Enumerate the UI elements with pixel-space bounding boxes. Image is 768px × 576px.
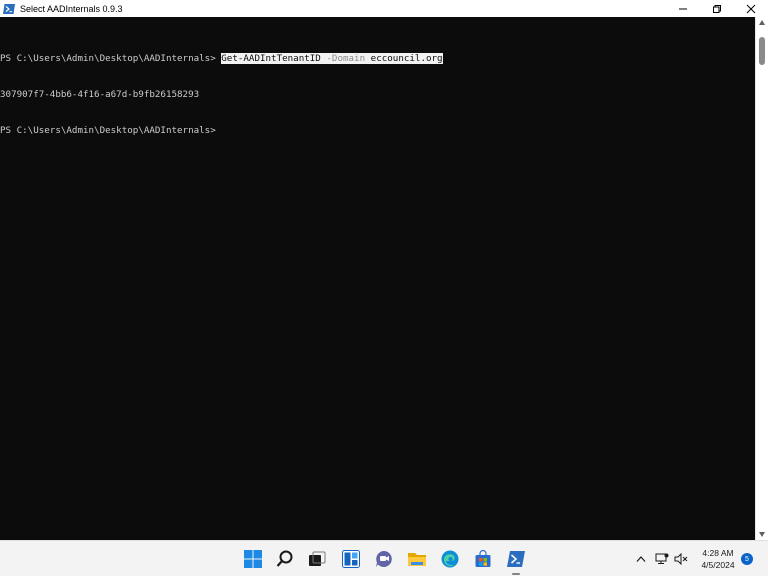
- show-hidden-icons-button[interactable]: [634, 553, 648, 565]
- close-icon: [746, 4, 756, 13]
- edge-button[interactable]: [439, 548, 461, 570]
- cmdlet-text: Get-AADIntTenantID: [221, 53, 321, 64]
- start-button[interactable]: [242, 548, 264, 570]
- teams-chat-icon: [376, 551, 392, 567]
- powershell-icon: [3, 3, 15, 14]
- volume-button[interactable]: [674, 553, 688, 565]
- windows-start-icon: [244, 550, 262, 568]
- powershell-icon: [507, 551, 525, 567]
- file-explorer-button[interactable]: [406, 548, 428, 570]
- teams-chat-button[interactable]: [373, 548, 395, 570]
- scroll-down-icon[interactable]: [759, 532, 765, 537]
- parameter-text: -Domain: [326, 53, 366, 64]
- store-button[interactable]: [472, 548, 494, 570]
- taskbar: 4:28 AM 4/5/2024 5: [0, 540, 768, 576]
- minimize-button[interactable]: [666, 0, 700, 17]
- selected-command: Get-AADIntTenantID -Domain eccouncil.org: [221, 53, 443, 64]
- prompt-text: PS C:\Users\Admin\Desktop\AADInternals>: [0, 125, 222, 136]
- task-view-button[interactable]: [306, 548, 328, 570]
- search-button[interactable]: [274, 548, 296, 570]
- clock-date: 4/5/2024: [701, 560, 735, 570]
- prompt-text: PS C:\Users\Admin\Desktop\AADInternals>: [0, 53, 222, 64]
- file-explorer-icon: [408, 553, 426, 566]
- restore-button[interactable]: [700, 0, 734, 17]
- edge-icon: [441, 550, 459, 568]
- window-title: Select AADInternals 0.9.3: [20, 3, 123, 14]
- task-view-icon: [309, 551, 326, 566]
- console-output[interactable]: PS C:\Users\Admin\Desktop\AADInternals> …: [0, 17, 755, 540]
- network-status-button[interactable]: [655, 553, 669, 565]
- argument-text: eccouncil.org: [370, 53, 443, 64]
- chevron-up-icon: [636, 556, 646, 562]
- search-icon: [276, 550, 293, 567]
- network-icon: [655, 553, 669, 564]
- volume-muted-icon: [674, 553, 688, 565]
- powershell-taskbar-button[interactable]: [505, 548, 527, 575]
- window-title-bar[interactable]: Select AADInternals 0.9.3: [0, 0, 768, 17]
- taskbar-clock[interactable]: 4:28 AM 4/5/2024: [696, 547, 740, 571]
- console-line: PS C:\Users\Admin\Desktop\AADInternals>: [0, 125, 755, 137]
- output-text: 307907f7-4bb6-4f16-a67d-b9fb26158293: [0, 89, 200, 100]
- window-controls: [666, 0, 768, 17]
- store-icon: [475, 550, 491, 567]
- console-line: PS C:\Users\Admin\Desktop\AADInternals> …: [0, 53, 755, 65]
- restore-icon: [713, 4, 721, 13]
- widgets-icon: [342, 550, 360, 568]
- console-line: 307907f7-4bb6-4f16-a67d-b9fb26158293: [0, 89, 755, 101]
- scroll-thumb[interactable]: [759, 37, 765, 65]
- clock-time: 4:28 AM: [702, 548, 734, 558]
- widgets-button[interactable]: [340, 548, 362, 570]
- close-button[interactable]: [734, 0, 768, 17]
- scroll-up-icon[interactable]: [759, 20, 765, 25]
- vertical-scrollbar[interactable]: [755, 17, 768, 540]
- notification-badge[interactable]: 5: [741, 553, 753, 565]
- minimize-icon: [679, 8, 687, 9]
